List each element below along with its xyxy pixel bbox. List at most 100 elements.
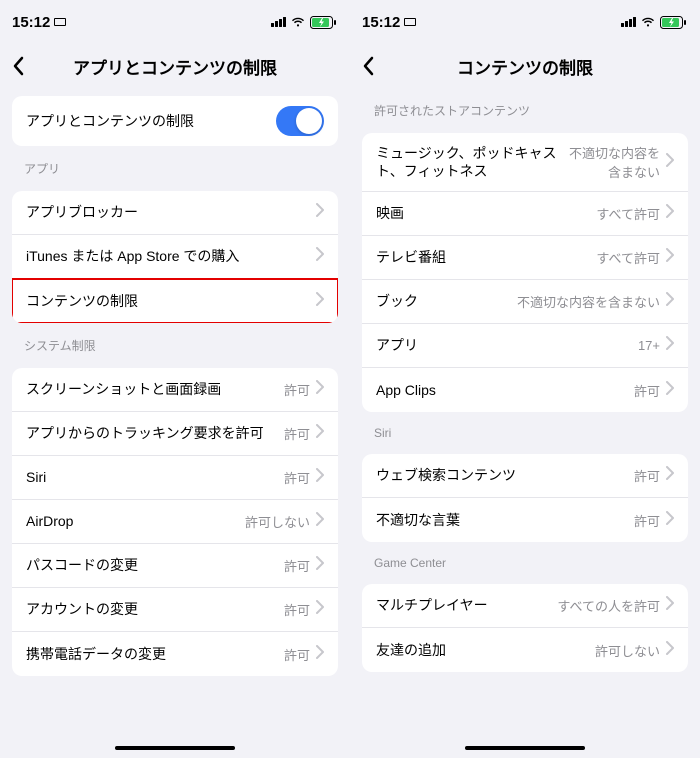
chevron-right-icon	[316, 247, 324, 266]
store-group: ミュージック、ポッドキャスト、フィットネス 不適切な内容を含まない 映画 すべて…	[362, 133, 688, 412]
wifi-icon	[640, 16, 656, 28]
home-indicator[interactable]	[465, 746, 585, 750]
row-value: 許可	[634, 511, 660, 530]
nav-bar: アプリとコンテンツの制限	[0, 44, 350, 88]
row-label: アプリ	[376, 336, 638, 354]
restrictions-toggle[interactable]	[276, 106, 324, 136]
row-value: 許可	[284, 600, 310, 619]
row-screenshot[interactable]: スクリーンショットと画面録画 許可	[12, 368, 338, 412]
row-content-restrictions[interactable]: コンテンツの制限	[12, 279, 338, 323]
row-value: すべての人を許可	[557, 596, 660, 615]
row-label: パスコードの変更	[26, 556, 284, 574]
row-label: ウェブ検索コンテンツ	[376, 466, 634, 484]
row-multiplayer[interactable]: マルチプレイヤー すべての人を許可	[362, 584, 688, 628]
row-value: 不適切な内容を含まない	[517, 292, 660, 311]
app-group: アプリブロッカー iTunes または App Store での購入 コンテンツ…	[12, 191, 338, 323]
status-bar: 15:12	[350, 0, 700, 44]
row-tracking[interactable]: アプリからのトラッキング要求を許可 許可	[12, 412, 338, 456]
row-label: App Clips	[376, 381, 634, 399]
back-button[interactable]	[362, 56, 374, 76]
row-label: iTunes または App Store での購入	[26, 247, 316, 265]
status-icons	[621, 16, 688, 29]
content-scroll[interactable]: 許可されたストアコンテンツ ミュージック、ポッドキャスト、フィットネス 不適切な…	[350, 88, 700, 758]
row-value: 17+	[638, 338, 660, 353]
row-label: 不適切な言葉	[376, 511, 634, 529]
section-header-app: アプリ	[0, 146, 350, 183]
cellular-signal-icon	[271, 17, 286, 27]
chevron-right-icon	[666, 248, 674, 267]
restrictions-toggle-row[interactable]: アプリとコンテンツの制限	[12, 96, 338, 146]
chevron-right-icon	[316, 203, 324, 222]
row-label: ブック	[376, 292, 517, 310]
chevron-right-icon	[316, 380, 324, 399]
chevron-right-icon	[666, 641, 674, 660]
row-value: すべて許可	[596, 248, 660, 267]
row-label: AirDrop	[26, 512, 245, 530]
row-value: 許可	[284, 556, 310, 575]
row-siri[interactable]: Siri 許可	[12, 456, 338, 500]
status-time-text: 15:12	[362, 14, 400, 31]
row-label: テレビ番組	[376, 248, 596, 266]
chevron-right-icon	[316, 600, 324, 619]
back-button[interactable]	[12, 56, 24, 76]
row-passcode[interactable]: パスコードの変更 許可	[12, 544, 338, 588]
row-value: 許可	[634, 466, 660, 485]
row-value: 許可	[284, 468, 310, 487]
row-label: マルチプレイヤー	[376, 596, 557, 614]
sim-card-icon	[54, 18, 66, 26]
content-scroll[interactable]: アプリとコンテンツの制限 アプリ アプリブロッカー iTunes または App…	[0, 88, 350, 758]
phone-right: 15:12 コンテンツの制限 許可されたストアコンテンツ ミュージック、ポッドキ…	[350, 0, 700, 758]
restrictions-toggle-label: アプリとコンテンツの制限	[26, 112, 276, 130]
row-label: アプリからのトラッキング要求を許可	[26, 424, 284, 442]
row-airdrop[interactable]: AirDrop 許可しない	[12, 500, 338, 544]
row-account[interactable]: アカウントの変更 許可	[12, 588, 338, 632]
chevron-right-icon	[666, 596, 674, 615]
chevron-right-icon	[666, 381, 674, 400]
chevron-right-icon	[316, 424, 324, 443]
row-web-content[interactable]: ウェブ検索コンテンツ 許可	[362, 454, 688, 498]
row-value: 許可しない	[595, 641, 660, 660]
status-icons	[271, 16, 338, 29]
row-apps[interactable]: アプリ 17+	[362, 324, 688, 368]
row-cellular[interactable]: 携帯電話データの変更 許可	[12, 632, 338, 676]
phone-left: 15:12 アプリとコンテンツの制限 アプリとコンテンツの制限 アプリ アプリブ…	[0, 0, 350, 758]
row-label: アカウントの変更	[26, 600, 284, 618]
chevron-right-icon	[316, 645, 324, 664]
row-label: スクリーンショットと画面録画	[26, 380, 284, 398]
page-title: コンテンツの制限	[457, 54, 593, 79]
row-books[interactable]: ブック 不適切な内容を含まない	[362, 280, 688, 324]
chevron-right-icon	[666, 466, 674, 485]
row-add-friends[interactable]: 友達の追加 許可しない	[362, 628, 688, 672]
row-value: すべて許可	[596, 204, 660, 223]
row-label: コンテンツの制限	[26, 292, 316, 310]
chevron-right-icon	[316, 468, 324, 487]
row-movies[interactable]: 映画 すべて許可	[362, 192, 688, 236]
row-label: アプリブロッカー	[26, 203, 316, 221]
row-app-blocker[interactable]: アプリブロッカー	[12, 191, 338, 235]
system-group: スクリーンショットと画面録画 許可 アプリからのトラッキング要求を許可 許可 S…	[12, 368, 338, 676]
row-music[interactable]: ミュージック、ポッドキャスト、フィットネス 不適切な内容を含まない	[362, 133, 688, 192]
row-label: 映画	[376, 204, 596, 222]
home-indicator[interactable]	[115, 746, 235, 750]
section-header-store: 許可されたストアコンテンツ	[350, 88, 700, 125]
row-label: Siri	[26, 468, 284, 486]
row-label: 携帯電話データの変更	[26, 645, 284, 663]
row-label: ミュージック、ポッドキャスト、フィットネス	[376, 144, 560, 180]
section-header-siri: Siri	[350, 412, 700, 446]
row-explicit-lang[interactable]: 不適切な言葉 許可	[362, 498, 688, 542]
toggle-group: アプリとコンテンツの制限	[12, 96, 338, 146]
row-itunes-purchase[interactable]: iTunes または App Store での購入	[12, 235, 338, 279]
chevron-right-icon	[666, 204, 674, 223]
status-time: 15:12	[362, 14, 416, 31]
chevron-right-icon	[316, 556, 324, 575]
battery-icon	[310, 16, 338, 29]
cellular-signal-icon	[621, 17, 636, 27]
battery-icon	[660, 16, 688, 29]
row-value: 許可	[284, 424, 310, 443]
chevron-right-icon	[316, 292, 324, 311]
status-bar: 15:12	[0, 0, 350, 44]
row-tv[interactable]: テレビ番組 すべて許可	[362, 236, 688, 280]
nav-bar: コンテンツの制限	[350, 44, 700, 88]
row-appclips[interactable]: App Clips 許可	[362, 368, 688, 412]
row-value: 許可	[284, 380, 310, 399]
